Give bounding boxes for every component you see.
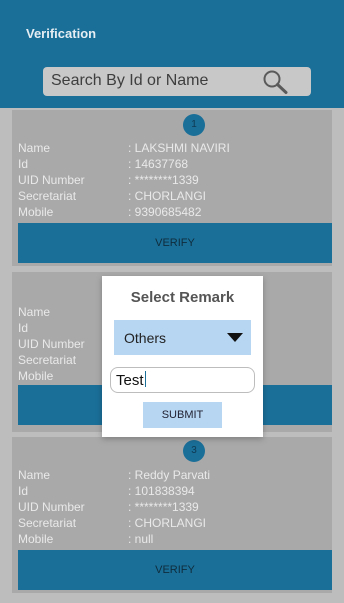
secretariat-value: : CHORLANGI [128, 189, 207, 203]
table-row: Id : 14637768 [18, 157, 188, 171]
id-label: Id [18, 484, 29, 498]
uid-value: : ********1339 [128, 500, 199, 514]
app-bar: Verification Search By Id or Name [0, 0, 344, 108]
remark-dropdown[interactable]: Others [114, 320, 251, 355]
table-row: Id : 101838394 [18, 484, 195, 498]
submit-button[interactable]: SUBMIT [143, 402, 222, 428]
table-row: Name : LAKSHMI NAVIRI [18, 141, 230, 155]
remark-input[interactable]: Test [110, 367, 255, 393]
select-remark-dialog: Select Remark Others Test SUBMIT [102, 276, 263, 437]
text-caret [144, 371, 146, 387]
search-input[interactable]: Search By Id or Name [43, 67, 311, 96]
uid-label: UID Number [18, 337, 85, 351]
secretariat-label: Secretariat [18, 189, 77, 203]
verify-button[interactable]: VERIFY [18, 550, 332, 590]
card-number-badge: 3 [183, 440, 205, 462]
table-row: Mobile : 9390685482 [18, 205, 201, 219]
mobile-value: : 9390685482 [128, 205, 202, 219]
id-label: Id [18, 321, 29, 335]
card-number-badge: 1 [183, 114, 205, 136]
secretariat-label: Secretariat [18, 516, 77, 530]
search-icon[interactable] [261, 69, 289, 95]
name-value: : LAKSHMI NAVIRI [128, 141, 230, 155]
id-label: Id [18, 157, 29, 171]
remark-selected-value: Others [124, 330, 167, 346]
list-item: 1 Name : LAKSHMI NAVIRI Id : 14637768 UI… [12, 110, 332, 266]
id-value: : 101838394 [128, 484, 195, 498]
remark-input-value: Test [116, 372, 144, 389]
table-row: UID Number : ********1339 [18, 500, 199, 514]
search-placeholder: Search By Id or Name [51, 72, 209, 89]
uid-label: UID Number [18, 500, 85, 514]
table-row: Secretariat : CHORLANGI [18, 189, 206, 203]
table-row: Secretariat [18, 353, 76, 367]
name-value: : Reddy Parvati [128, 468, 211, 482]
uid-label: UID Number [18, 173, 85, 187]
table-row: Id [18, 321, 28, 335]
name-label: Name [18, 468, 51, 482]
table-row: UID Number : ********1339 [18, 173, 199, 187]
dropdown-arrow-icon [227, 333, 243, 342]
table-row: UID Number [18, 337, 85, 351]
verify-button[interactable]: VERIFY [18, 223, 332, 263]
table-row: Secretariat : CHORLANGI [18, 516, 206, 530]
name-label: Name [18, 305, 51, 319]
table-row: Name : Reddy Parvati [18, 468, 210, 482]
secretariat-value: : CHORLANGI [128, 516, 207, 530]
dialog-title: Select Remark [130, 289, 235, 306]
mobile-value: : null [128, 532, 154, 546]
mobile-label: Mobile [18, 369, 54, 383]
secretariat-label: Secretariat [18, 353, 77, 367]
list-item: 3 Name : Reddy Parvati Id : 101838394 UI… [12, 437, 332, 593]
mobile-label: Mobile [18, 532, 54, 546]
table-row: Mobile : null [18, 532, 153, 546]
page-title: Verification [26, 26, 97, 41]
mobile-label: Mobile [18, 205, 54, 219]
id-value: : 14637768 [128, 157, 189, 171]
name-label: Name [18, 141, 51, 155]
table-row: Mobile [18, 369, 53, 383]
uid-value: : ********1339 [128, 173, 199, 187]
table-row: Name [18, 305, 50, 319]
